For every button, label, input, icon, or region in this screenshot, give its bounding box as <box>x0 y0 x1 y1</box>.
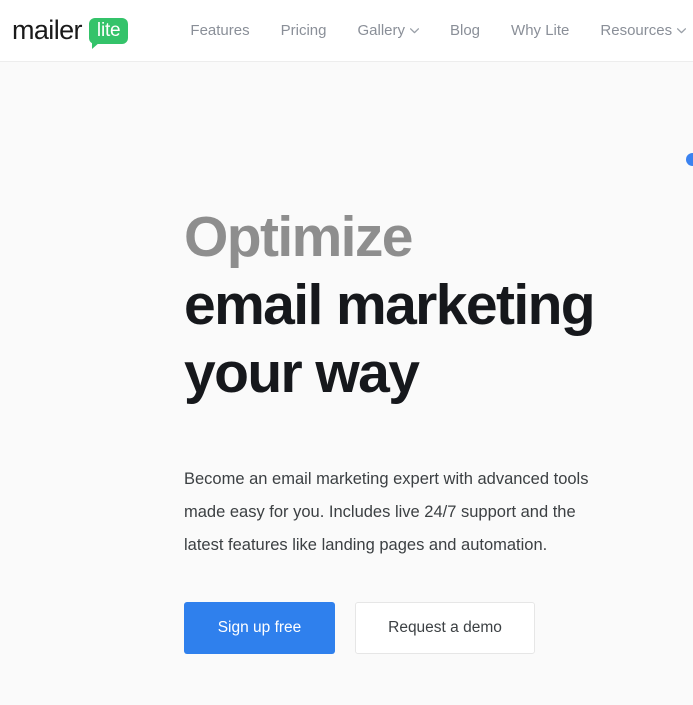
headline-line-2: email marketing <box>184 273 596 337</box>
page-title: Optimize email marketing your way <box>184 62 693 407</box>
nav-item-gallery[interactable]: Gallery <box>357 22 419 39</box>
nav-item-pricing[interactable]: Pricing <box>281 22 327 39</box>
nav-item-blog[interactable]: Blog <box>450 22 480 39</box>
logo-wordmark: mailer <box>12 15 83 45</box>
cta-button-row: Sign up free Request a demo <box>184 562 693 654</box>
request-demo-button[interactable]: Request a demo <box>355 602 535 654</box>
logo-badge-label: lite <box>96 19 121 41</box>
hero-section: Optimize email marketing your way Become… <box>0 62 693 705</box>
main-navigation: Features Pricing Gallery Blog Why Lite R… <box>190 22 687 39</box>
headline-line-3: your way <box>184 341 420 405</box>
nav-label: Gallery <box>357 22 405 39</box>
nav-item-resources[interactable]: Resources <box>600 22 687 39</box>
nav-item-why-lite[interactable]: Why Lite <box>511 22 569 39</box>
nav-label: Resources <box>600 22 673 39</box>
mailerlite-logo[interactable]: mailer lite <box>12 15 129 49</box>
site-header: mailer lite Features Pricing Gallery Blo… <box>0 0 693 62</box>
sign-up-free-button[interactable]: Sign up free <box>184 602 335 654</box>
decorative-dot <box>686 153 693 166</box>
chevron-down-icon <box>677 27 687 34</box>
nav-item-features[interactable]: Features <box>190 22 249 39</box>
nav-label: Pricing <box>280 22 327 39</box>
hero-description: Become an email marketing expert with ad… <box>184 470 589 554</box>
nav-label: Features <box>190 22 250 39</box>
nav-label: Blog <box>450 22 481 39</box>
nav-label: Why Lite <box>511 22 570 39</box>
headline-line-1: Optimize <box>184 205 414 269</box>
logo-lite-badge: lite <box>88 17 129 49</box>
chevron-down-icon <box>410 27 419 34</box>
